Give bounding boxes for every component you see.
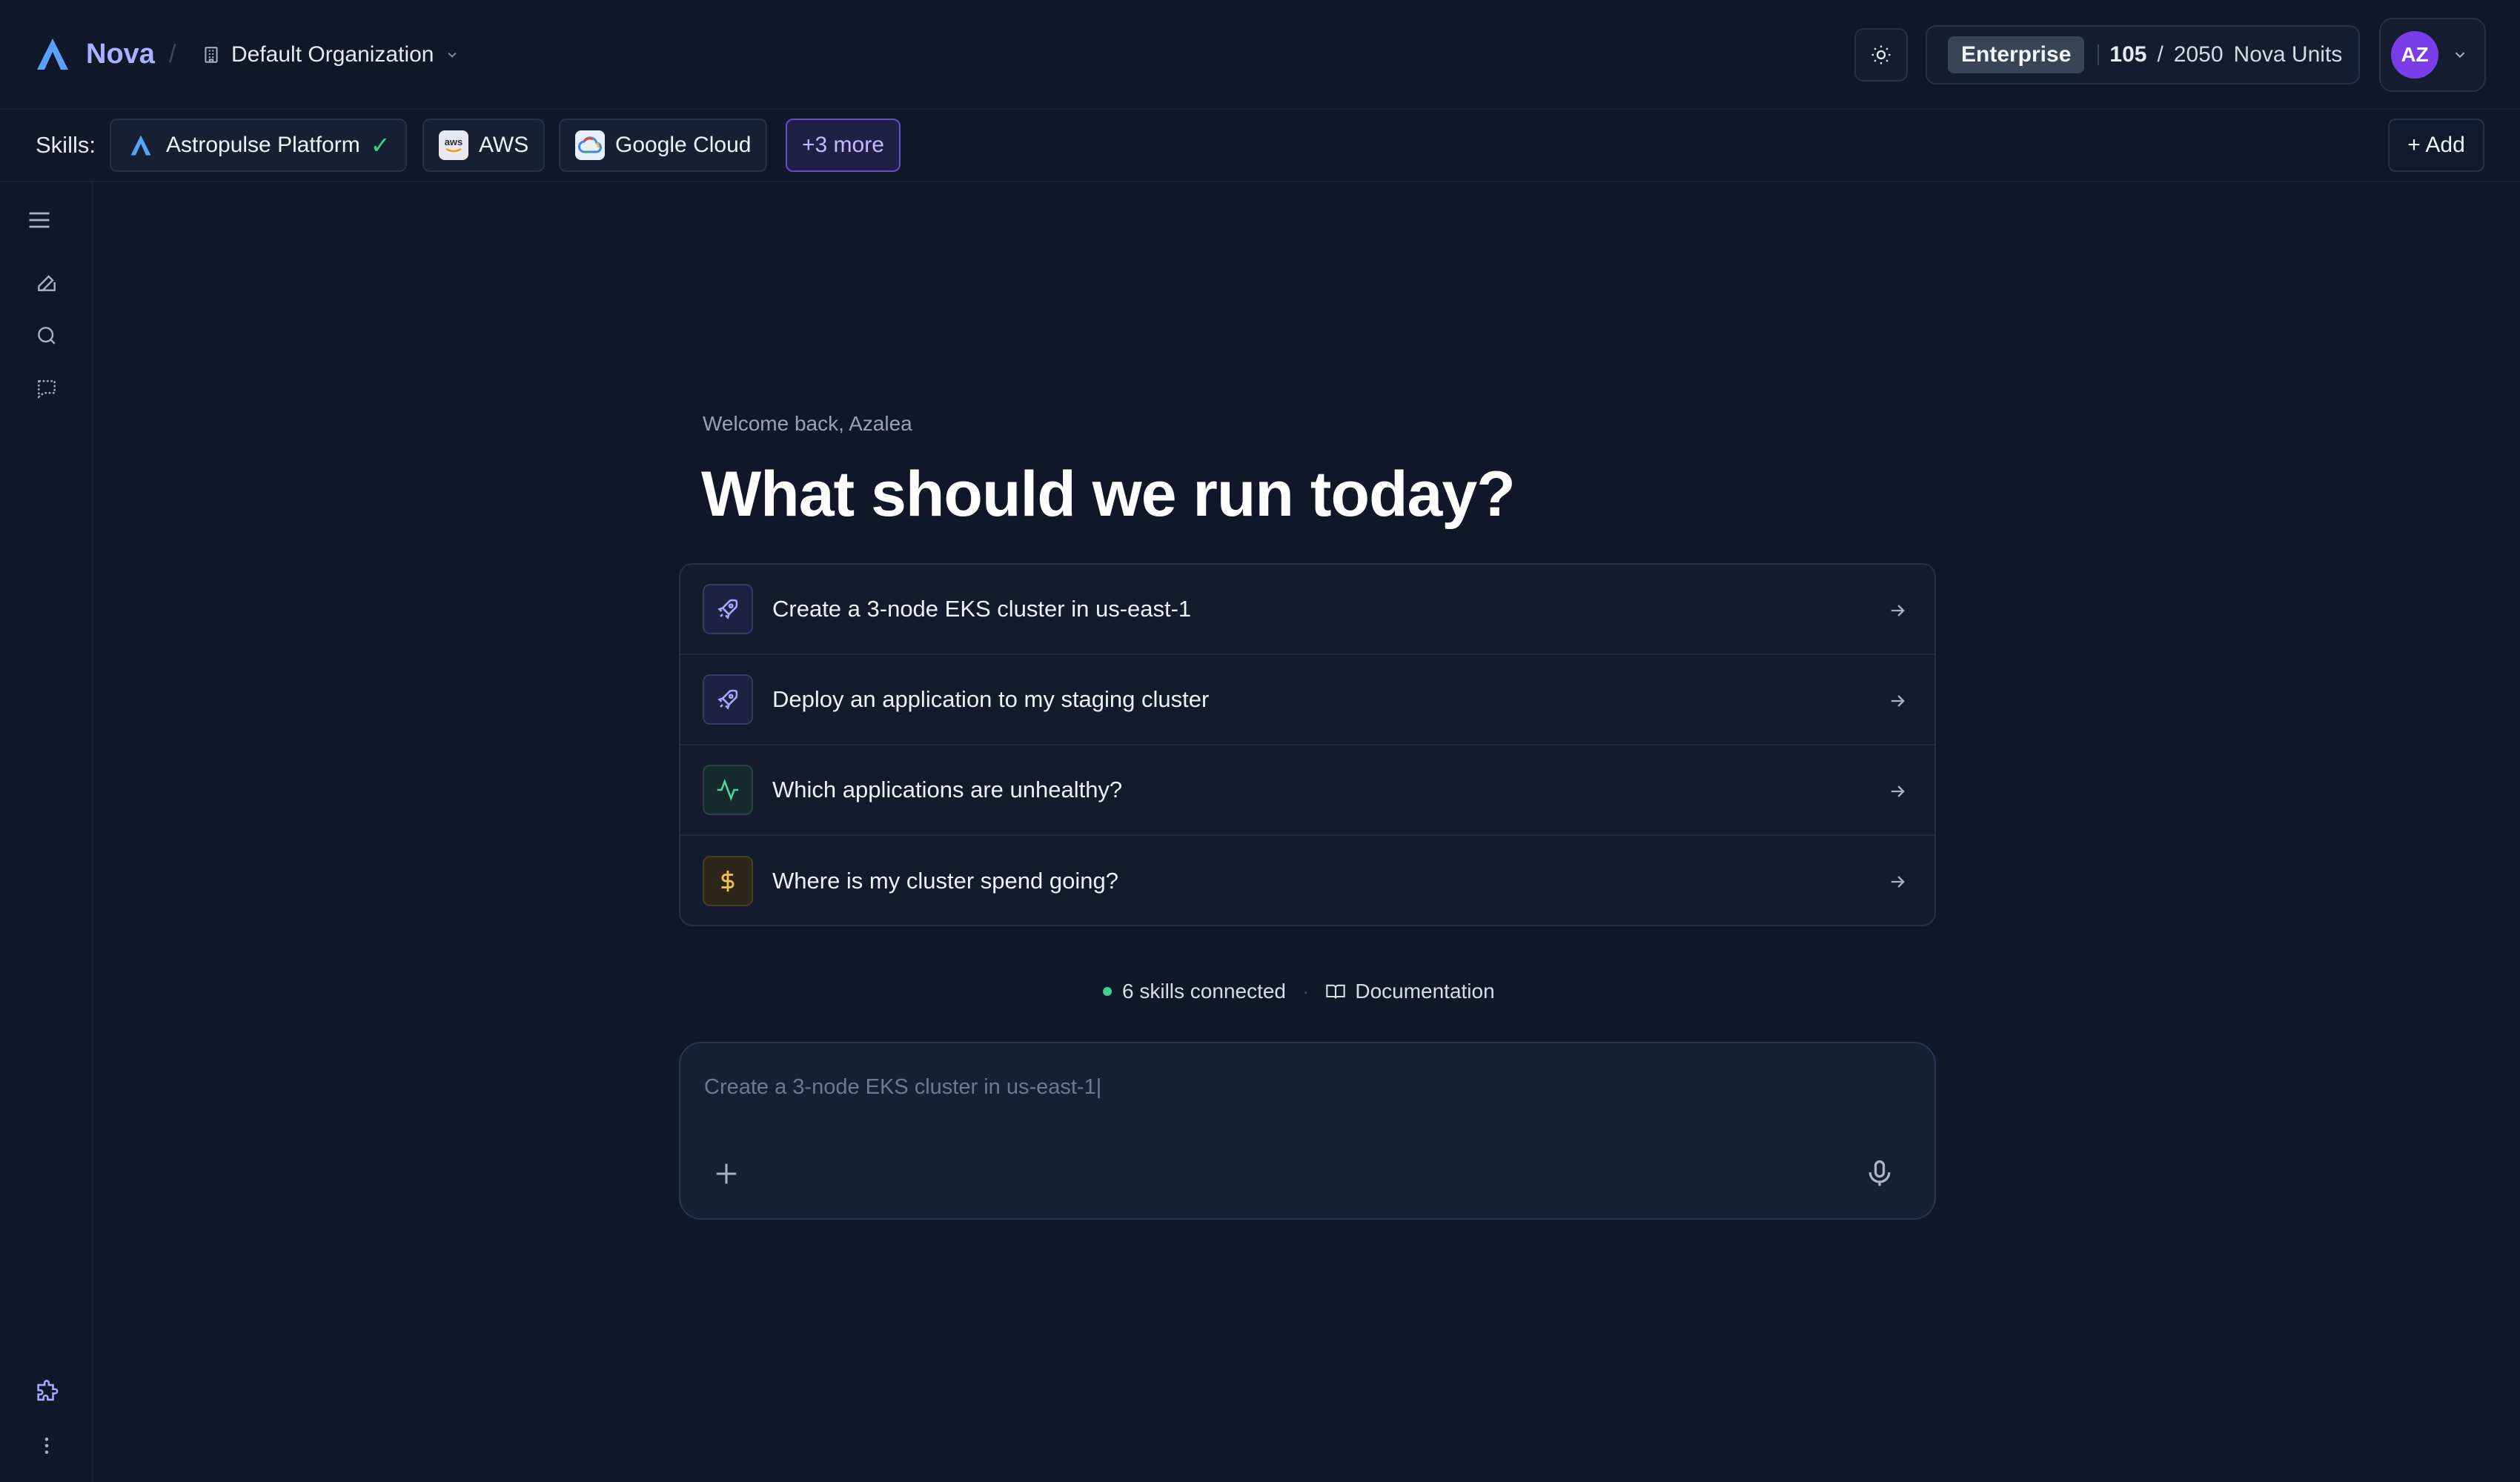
attach-plus-icon[interactable]: [712, 1159, 741, 1189]
skill-chip-label: Astropulse Platform: [166, 133, 360, 157]
skill-chip-aws[interactable]: aws AWS: [422, 119, 546, 172]
user-menu-button[interactable]: AZ: [2379, 18, 2486, 92]
chats-icon[interactable]: [28, 370, 65, 408]
brand-name: Nova: [86, 39, 155, 70]
avatar: AZ: [2391, 31, 2438, 79]
skill-chip-google-cloud[interactable]: Google Cloud: [559, 119, 768, 172]
google-cloud-logo-icon: [575, 130, 605, 160]
skill-chip-label: Google Cloud: [615, 133, 752, 157]
sun-icon: [1870, 44, 1892, 66]
plan-badge: Enterprise: [1948, 36, 2085, 73]
skills-bar: Skills: Astropulse Platform ✓ aws AWS Go…: [0, 110, 2520, 182]
skills-label: Skills:: [36, 132, 96, 158]
building-icon: [202, 45, 221, 64]
book-icon: [1325, 981, 1346, 1002]
units-total: 2050: [2173, 42, 2224, 67]
top-bar: Nova / Default Organization Enterprise 1…: [0, 0, 2520, 110]
plan-usage[interactable]: Enterprise 105 / 2050 Nova Units: [1926, 25, 2360, 84]
units-label: Nova Units: [2233, 42, 2343, 67]
prompt-input[interactable]: [704, 1069, 1890, 1106]
dollar-icon: [703, 856, 753, 906]
suggestion-label: Where is my cluster spend going?: [772, 868, 1118, 894]
new-chat-icon[interactable]: [28, 264, 65, 301]
skill-chip-label: AWS: [479, 133, 529, 157]
microphone-icon[interactable]: [1863, 1157, 1896, 1190]
skills-connected-status: 6 skills connected: [1122, 980, 1287, 1003]
status-separator: ·: [1302, 980, 1310, 1003]
suggestion-item[interactable]: Which applications are unhealthy?: [680, 745, 1934, 836]
suggestion-label: Create a 3-node EKS cluster in us-east-1: [772, 596, 1192, 622]
suggestion-item[interactable]: Deploy an application to my staging clus…: [680, 655, 1934, 745]
status-row: 6 skills connected · Documentation: [1103, 977, 1495, 1006]
nova-logo-icon[interactable]: [34, 36, 71, 73]
rocket-icon: [703, 674, 753, 725]
arrow-right-icon: [1887, 871, 1908, 892]
page-title: What should we run today?: [701, 459, 1516, 530]
status-dot: [1103, 987, 1112, 996]
breadcrumb-separator: /: [169, 40, 176, 68]
plan-divider: [2098, 44, 2100, 65]
search-icon[interactable]: [28, 317, 65, 354]
organization-name: Default Organization: [231, 42, 434, 67]
puzzle-icon[interactable]: [28, 1374, 65, 1411]
organization-selector[interactable]: Default Organization: [202, 33, 460, 77]
chevron-down-icon: [445, 47, 460, 62]
activity-icon: [703, 765, 753, 815]
theme-toggle-button[interactable]: [1854, 28, 1908, 82]
arrow-right-icon: [1887, 691, 1908, 711]
suggestion-label: Which applications are unhealthy?: [772, 777, 1123, 803]
more-skills-button[interactable]: +3 more: [786, 119, 901, 172]
welcome-message: Welcome back, Azalea: [703, 412, 912, 435]
suggestion-list: Create a 3-node EKS cluster in us-east-1…: [679, 563, 1936, 926]
chevron-down-icon: [2452, 47, 2468, 63]
svg-text:aws: aws: [445, 136, 463, 147]
prompt-composer: [679, 1042, 1936, 1220]
aws-logo-icon: aws: [439, 130, 468, 160]
documentation-label: Documentation: [1355, 980, 1495, 1003]
skill-chip-astropulse[interactable]: Astropulse Platform ✓: [110, 119, 407, 172]
side-rail: [0, 182, 93, 1482]
units-used: 105: [2109, 42, 2147, 67]
documentation-link[interactable]: Documentation: [1325, 980, 1495, 1003]
rocket-icon: [703, 584, 753, 634]
more-vertical-icon[interactable]: [28, 1427, 65, 1464]
menu-icon[interactable]: [21, 202, 58, 239]
suggestion-label: Deploy an application to my staging clus…: [772, 686, 1210, 712]
astropulse-logo-icon: [126, 130, 156, 160]
arrow-right-icon: [1887, 781, 1908, 802]
suggestion-item[interactable]: Create a 3-node EKS cluster in us-east-1: [680, 565, 1934, 655]
add-skill-button[interactable]: + Add: [2388, 119, 2484, 172]
arrow-right-icon: [1887, 600, 1908, 621]
suggestion-item[interactable]: Where is my cluster spend going?: [680, 836, 1934, 925]
units-separator: /: [2157, 42, 2163, 67]
connected-check-icon: ✓: [370, 132, 391, 159]
